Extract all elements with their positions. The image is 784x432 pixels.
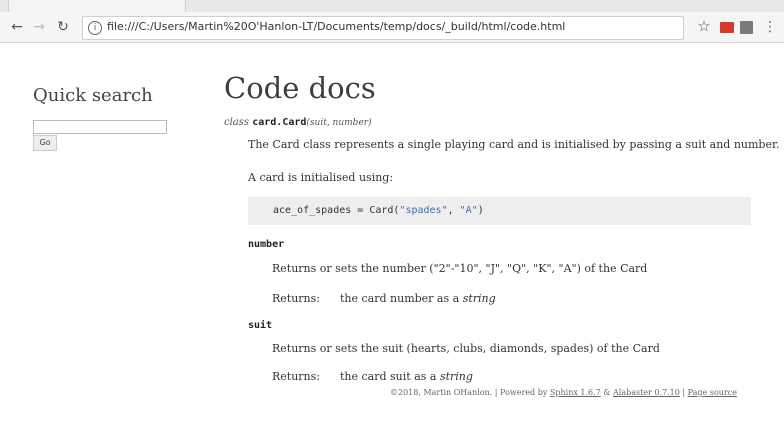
browser-toolbar: ← → ↻ i file:///C:/Users/Martin%20O'Hanl… [0,12,784,43]
page-source-link[interactable]: Page source [688,388,737,397]
code-block: ace_of_spades = Card("spades", "A") [248,197,751,225]
code-arg1: "spades" [399,205,448,216]
returns-label: Returns: [272,292,320,305]
attribute-number-description: Returns or sets the number ("2"-"10", "J… [272,262,648,275]
address-bar[interactable]: i file:///C:/Users/Martin%20O'Hanlon-LT/… [82,16,684,40]
attribute-number-name: number [248,239,285,250]
footer-sep2: | [679,388,688,397]
back-icon[interactable]: ← [8,18,26,36]
browser-menu-icon[interactable]: ⋮ [763,18,777,36]
info-icon[interactable]: i [88,21,102,35]
code-after: ) [477,205,484,216]
url-text[interactable]: file:///C:/Users/Martin%20O'Hanlon-LT/Do… [107,20,565,33]
page-title: Code docs [224,71,376,105]
extension-red-icon[interactable] [720,22,734,33]
returns-text: the card number as a [340,292,460,305]
search-input[interactable] [33,120,167,134]
returns-text: the card suit as a [340,370,437,383]
extension-grey-icon[interactable] [740,21,753,34]
sidebar: Quick search Go [33,85,193,151]
reload-icon[interactable]: ↻ [54,18,72,36]
code-line: ace_of_spades = Card("spades", "A") [273,205,484,216]
returns-label: Returns: [272,370,320,383]
quick-search-heading: Quick search [33,85,153,106]
attribute-suit-name: suit [248,320,273,331]
class-params: (suit, number) [306,118,372,128]
attribute-suit-description: Returns or sets the suit (hearts, clubs,… [272,342,660,355]
returns-type: string [439,370,473,383]
footer-amp: & [600,388,613,397]
go-button[interactable]: Go [33,135,57,151]
footer-sep1: | Powered by [492,388,550,397]
footer: ©2018, Martin OHanlon. | Powered by Sphi… [390,388,737,397]
attribute-suit-returns: Returns: the card suit as a string [272,370,473,383]
returns-type: string [462,292,496,305]
forward-icon[interactable]: → [30,18,48,36]
footer-copyright: ©2018, Martin OHanlon. [390,388,493,397]
class-name: card.Card [252,117,307,128]
tab-strip [0,0,784,13]
code-sep: , [447,205,460,216]
code-arg2: "A" [459,205,478,216]
page-content: Quick search Go Code docs class card.Car… [0,43,784,432]
sphinx-link[interactable]: Sphinx 1.6.7 [550,388,601,397]
code-before: ace_of_spades = Card( [273,205,400,216]
bookmark-star-icon[interactable]: ☆ [696,18,712,34]
alabaster-link[interactable]: Alabaster 0.7.10 [613,388,680,397]
signature-prefix: class [224,117,250,128]
class-signature: class card.Card(suit, number) [224,117,372,128]
class-description: The Card class represents a single playi… [248,138,780,151]
attribute-number-returns: Returns: the card number as a string [272,292,496,305]
init-text: A card is initialised using: [248,171,394,184]
